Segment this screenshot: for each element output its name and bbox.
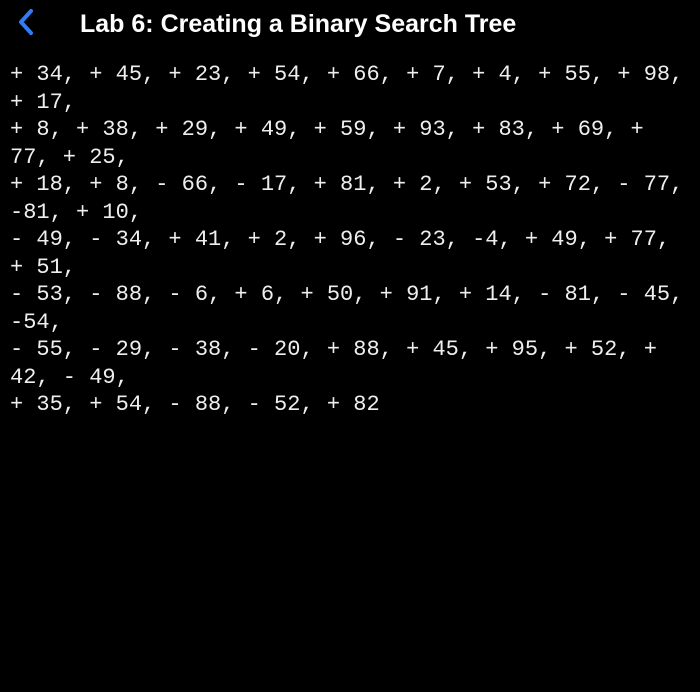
header: Lab 6: Creating a Binary Search Tree xyxy=(0,0,700,53)
chevron-left-icon xyxy=(17,8,35,41)
content-body: + 34, + 45, + 23, + 54, + 66, + 7, + 4, … xyxy=(0,53,700,429)
back-button[interactable] xyxy=(12,11,40,39)
page-title: Lab 6: Creating a Binary Search Tree xyxy=(80,10,516,39)
